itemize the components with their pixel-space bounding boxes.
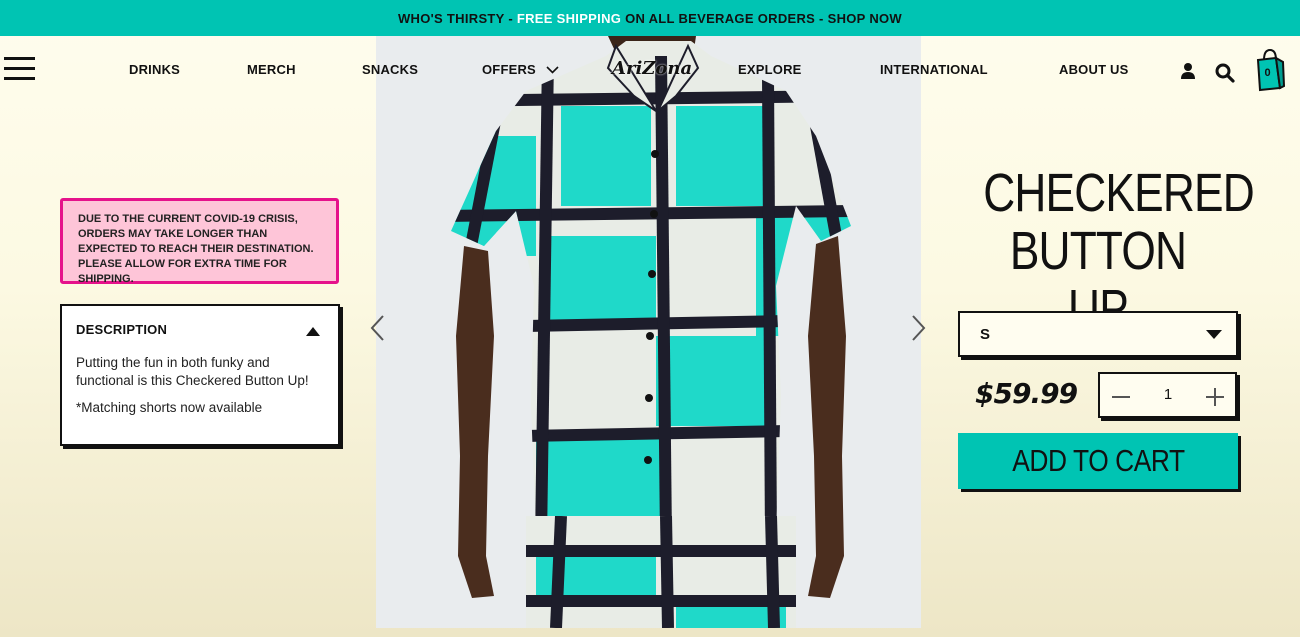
nav-international[interactable]: INTERNATIONAL [880, 62, 988, 77]
chevron-right-icon[interactable] [911, 314, 927, 342]
nav-drinks[interactable]: DRINKS [129, 62, 180, 77]
shopping-bag-icon[interactable]: 0 [1256, 48, 1286, 92]
minus-icon[interactable] [1112, 396, 1130, 398]
description-body: Putting the fun in both funky and functi… [76, 355, 309, 388]
nav-offers-label: OFFERS [482, 62, 536, 77]
description-title: DESCRIPTION [76, 322, 168, 337]
caret-down-icon [1206, 330, 1222, 339]
promo-banner[interactable]: WHO'S THIRSTY - FREE SHIPPING ON ALL BEV… [0, 0, 1300, 36]
size-value: S [980, 326, 991, 343]
hamburger-icon[interactable] [4, 57, 36, 81]
cart-count: 0 [1264, 67, 1271, 79]
nav-merch[interactable]: MERCH [247, 62, 296, 77]
add-to-cart-button[interactable]: ADD TO CART [958, 433, 1238, 489]
size-select[interactable]: S [958, 311, 1238, 357]
brand-logo[interactable]: AriZona [612, 58, 692, 79]
plus-icon[interactable] [1206, 388, 1224, 406]
nav-snacks[interactable]: SNACKS [362, 62, 418, 77]
nav-offers[interactable]: OFFERS [482, 62, 559, 77]
product-image [376, 36, 921, 628]
quantity-input[interactable] [1150, 386, 1186, 403]
promo-text-2: ON ALL BEVERAGE ORDERS - SHOP NOW [621, 10, 902, 26]
promo-text-1: WHO'S THIRSTY - [397, 10, 517, 26]
description-note: *Matching shorts now available [76, 400, 263, 415]
chevron-left-icon[interactable] [369, 314, 385, 342]
nav-explore[interactable]: EXPLORE [738, 62, 802, 77]
description-panel: DESCRIPTION Putting the fun in both funk… [60, 304, 340, 446]
user-icon[interactable] [1180, 62, 1196, 80]
model-shirt-illustration [451, 36, 851, 628]
covid-notice: DUE TO THE CURRENT COVID-19 CRISIS, ORDE… [60, 198, 339, 285]
product-price: $59.99 [975, 377, 1078, 410]
chevron-down-icon [546, 66, 559, 74]
nav-about-us[interactable]: ABOUT US [1059, 62, 1129, 77]
search-icon[interactable] [1215, 63, 1235, 83]
collapse-triangle-icon[interactable] [306, 327, 320, 336]
promo-highlight: FREE SHIPPING [516, 10, 622, 26]
add-to-cart-label: ADD TO CART [1011, 443, 1185, 478]
product-title-line-1: CHECKERED [983, 163, 1254, 223]
quantity-stepper [1098, 372, 1237, 418]
